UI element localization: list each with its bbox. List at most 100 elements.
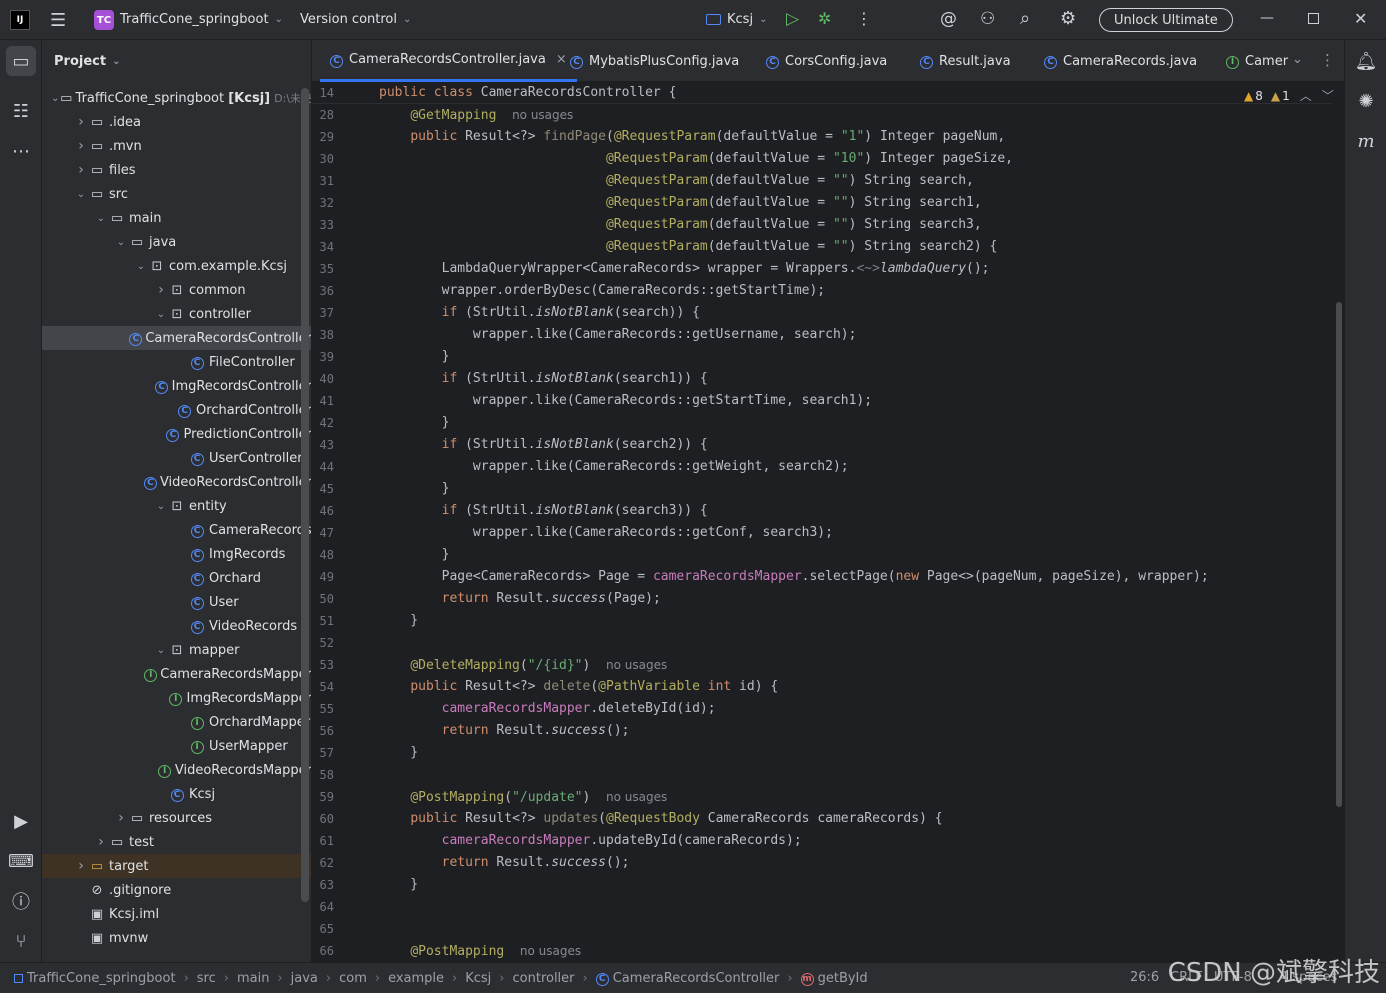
maven-icon[interactable]: m: [1351, 126, 1381, 156]
tree-item-imgrecordsmapper[interactable]: I ImgRecordsMapper: [42, 686, 311, 710]
more-actions-icon[interactable]: ⋮: [856, 9, 872, 28]
tab-camerarecords-java[interactable]: C CameraRecords.java: [1034, 40, 1207, 82]
tree-item-files[interactable]: › ▭ files: [42, 158, 311, 182]
tree-item-idea[interactable]: › ▭ .idea: [42, 110, 311, 134]
tab-camer[interactable]: I Camer: [1216, 40, 1298, 82]
code-line[interactable]: 43 if (StrUtil.isNotBlank(search2)) {: [312, 434, 1332, 456]
tree-item-orchardmapper[interactable]: I OrchardMapper: [42, 710, 311, 734]
code-line[interactable]: 34 @RequestParam(defaultValue = "") Stri…: [312, 236, 1332, 258]
tree-item-kcsj-iml[interactable]: ▣ Kcsj.iml: [42, 902, 311, 926]
code-line[interactable]: 44 wrapper.like(CameraRecords::getWeight…: [312, 456, 1332, 478]
code-line[interactable]: 31 @RequestParam(defaultValue = "") Stri…: [312, 170, 1332, 192]
tab-corsconfig-java[interactable]: C CorsConfig.java: [756, 40, 897, 82]
code-line[interactable]: 41 wrapper.like(CameraRecords::getStartT…: [312, 390, 1332, 412]
chevron-down-icon[interactable]: ⌄: [94, 213, 108, 224]
code-with-me-icon[interactable]: ⚇: [980, 9, 995, 29]
tree-item-controller[interactable]: ⌄ ⊡ controller: [42, 302, 311, 326]
app-logo-icon[interactable]: IJ: [10, 10, 30, 30]
code-line[interactable]: 54 public Result<?> delete(@PathVariable…: [312, 676, 1332, 698]
project-switcher[interactable]: TrafficCone_springboot ⌄: [120, 12, 283, 27]
tree-item-camerarecordsmapper[interactable]: I CameraRecordsMapper: [42, 662, 311, 686]
breadcrumb-item[interactable]: getById: [818, 971, 868, 986]
tree-item-kcsj[interactable]: C Kcsj: [42, 782, 311, 806]
tree-item-src[interactable]: ⌄ ▭ src: [42, 182, 311, 206]
tree-item-camerarecordscontroller[interactable]: C CameraRecordsController: [42, 326, 311, 350]
minimize-icon[interactable]: —: [1260, 10, 1274, 26]
code-line[interactable]: 47 wrapper.like(CameraRecords::getConf, …: [312, 522, 1332, 544]
chevron-down-icon[interactable]: ⌄: [154, 645, 168, 656]
code-line[interactable]: 56 return Result.success();: [312, 720, 1332, 742]
breadcrumb-item[interactable]: java: [291, 971, 318, 986]
maximize-icon[interactable]: [1308, 13, 1319, 24]
vcs-menu[interactable]: Version control ⌄: [300, 12, 411, 27]
ai-assistant-icon[interactable]: @: [940, 9, 957, 29]
tree-item-mvn[interactable]: › ▭ .mvn: [42, 134, 311, 158]
chevron-down-icon[interactable]: ⌄: [154, 309, 168, 320]
tree-item-target[interactable]: › ▭ target: [42, 854, 311, 878]
breadcrumb-item[interactable]: Kcsj: [465, 971, 491, 986]
previous-highlight-icon[interactable]: ︿: [1300, 87, 1312, 104]
git-icon[interactable]: ⑂: [6, 926, 36, 956]
tree-item-main[interactable]: ⌄ ▭ main: [42, 206, 311, 230]
tree-item-resources[interactable]: › ▭ resources: [42, 806, 311, 830]
tabs-more-icon[interactable]: ⋮: [1320, 51, 1335, 69]
chevron-down-icon[interactable]: ⌄: [134, 261, 148, 272]
tree-item-videorecordscontroller[interactable]: C VideoRecordsController: [42, 470, 311, 494]
sticky-header[interactable]: 14 public class CameraRecordsController …: [312, 82, 1332, 104]
chevron-right-icon[interactable]: ›: [94, 834, 108, 850]
run-icon[interactable]: ▷: [786, 9, 799, 29]
breadcrumb-item[interactable]: TrafficCone_springboot: [27, 971, 176, 986]
search-icon[interactable]: ⌕: [1020, 8, 1030, 29]
code-line[interactable]: 65: [312, 918, 1332, 940]
breadcrumb-item[interactable]: CameraRecordsController: [613, 971, 780, 986]
tree-item-gitignore[interactable]: ⊘ .gitignore: [42, 878, 311, 902]
unlock-ultimate-button[interactable]: Unlock Ultimate: [1099, 8, 1233, 32]
tab-result-java[interactable]: C Result.java: [910, 40, 1021, 82]
chevron-right-icon[interactable]: ›: [114, 810, 128, 826]
code-line[interactable]: 59 @PostMapping("/update") no usages: [312, 786, 1332, 808]
project-tool-folder-icon[interactable]: ▭: [6, 46, 36, 76]
chevron-down-icon[interactable]: ⌄: [50, 93, 60, 104]
code-line[interactable]: 40 if (StrUtil.isNotBlank(search1)) {: [312, 368, 1332, 390]
tree-item-camerarecords[interactable]: C CameraRecords: [42, 518, 311, 542]
debug-icon[interactable]: ✲: [818, 9, 831, 28]
tree-item-videorecordsmapper[interactable]: I VideoRecordsMapper: [42, 758, 311, 782]
code-line[interactable]: 36 wrapper.orderByDesc(CameraRecords::ge…: [312, 280, 1332, 302]
project-panel-header[interactable]: Project ⌄: [42, 40, 311, 82]
breadcrumb-item[interactable]: src: [197, 971, 216, 986]
tree-item-imgrecordscontroller[interactable]: C ImgRecordsController: [42, 374, 311, 398]
run-config-selector[interactable]: Kcsj ⌄: [706, 12, 767, 27]
ai-chat-icon[interactable]: ✺: [1351, 86, 1381, 116]
tree-item-entity[interactable]: ⌄ ⊡ entity: [42, 494, 311, 518]
code-line[interactable]: 35 LambdaQueryWrapper<CameraRecords> wra…: [312, 258, 1332, 280]
chevron-right-icon[interactable]: ›: [74, 162, 88, 178]
settings-gear-icon[interactable]: ⚙: [1060, 8, 1076, 29]
caret-position[interactable]: 26:6: [1130, 970, 1159, 985]
tree-item-predictioncontroller[interactable]: C PredictionController: [42, 422, 311, 446]
chevron-down-icon[interactable]: ⌄: [114, 237, 128, 248]
tree-item-orchard[interactable]: C Orchard: [42, 566, 311, 590]
tabs-dropdown-icon[interactable]: ⌄: [1292, 52, 1303, 67]
code-line[interactable]: 53 @DeleteMapping("/{id}") no usages: [312, 654, 1332, 676]
inspection-widget[interactable]: ▲ 8 ▲ 1 ︿ ﹀: [1244, 87, 1334, 104]
chevron-right-icon[interactable]: ›: [74, 858, 88, 874]
tree-item-imgrecords[interactable]: C ImgRecords: [42, 542, 311, 566]
project-tree-scrollbar[interactable]: [301, 88, 309, 902]
code-line[interactable]: 33 @RequestParam(defaultValue = "") Stri…: [312, 214, 1332, 236]
tree-item-mvnw[interactable]: ▣ mvnw: [42, 926, 311, 950]
notifications-bell-icon[interactable]: 🔔︎: [1351, 46, 1381, 76]
problems-icon[interactable]: ⓘ: [6, 886, 36, 916]
code-line[interactable]: 64: [312, 896, 1332, 918]
tab-mybatisplusconfig-java[interactable]: C MybatisPlusConfig.java: [560, 40, 749, 82]
code-line[interactable]: 30 @RequestParam(defaultValue = "10") In…: [312, 148, 1332, 170]
tab-camerarecordscontroller-java[interactable]: C CameraRecordsController.java ×: [320, 40, 577, 82]
tree-item-com-example-kcsj[interactable]: ⌄ ⊡ com.example.Kcsj: [42, 254, 311, 278]
tree-item-common[interactable]: › ⊡ common: [42, 278, 311, 302]
tree-item-videorecords[interactable]: C VideoRecords: [42, 614, 311, 638]
code-line[interactable]: 52: [312, 632, 1332, 654]
tree-item-orchardcontroller[interactable]: C OrchardController: [42, 398, 311, 422]
tree-item-filecontroller[interactable]: C FileController: [42, 350, 311, 374]
tree-item-usercontroller[interactable]: C UserController: [42, 446, 311, 470]
tree-item-java[interactable]: ⌄ ▭ java: [42, 230, 311, 254]
editor-scrollbar[interactable]: [1336, 302, 1342, 807]
